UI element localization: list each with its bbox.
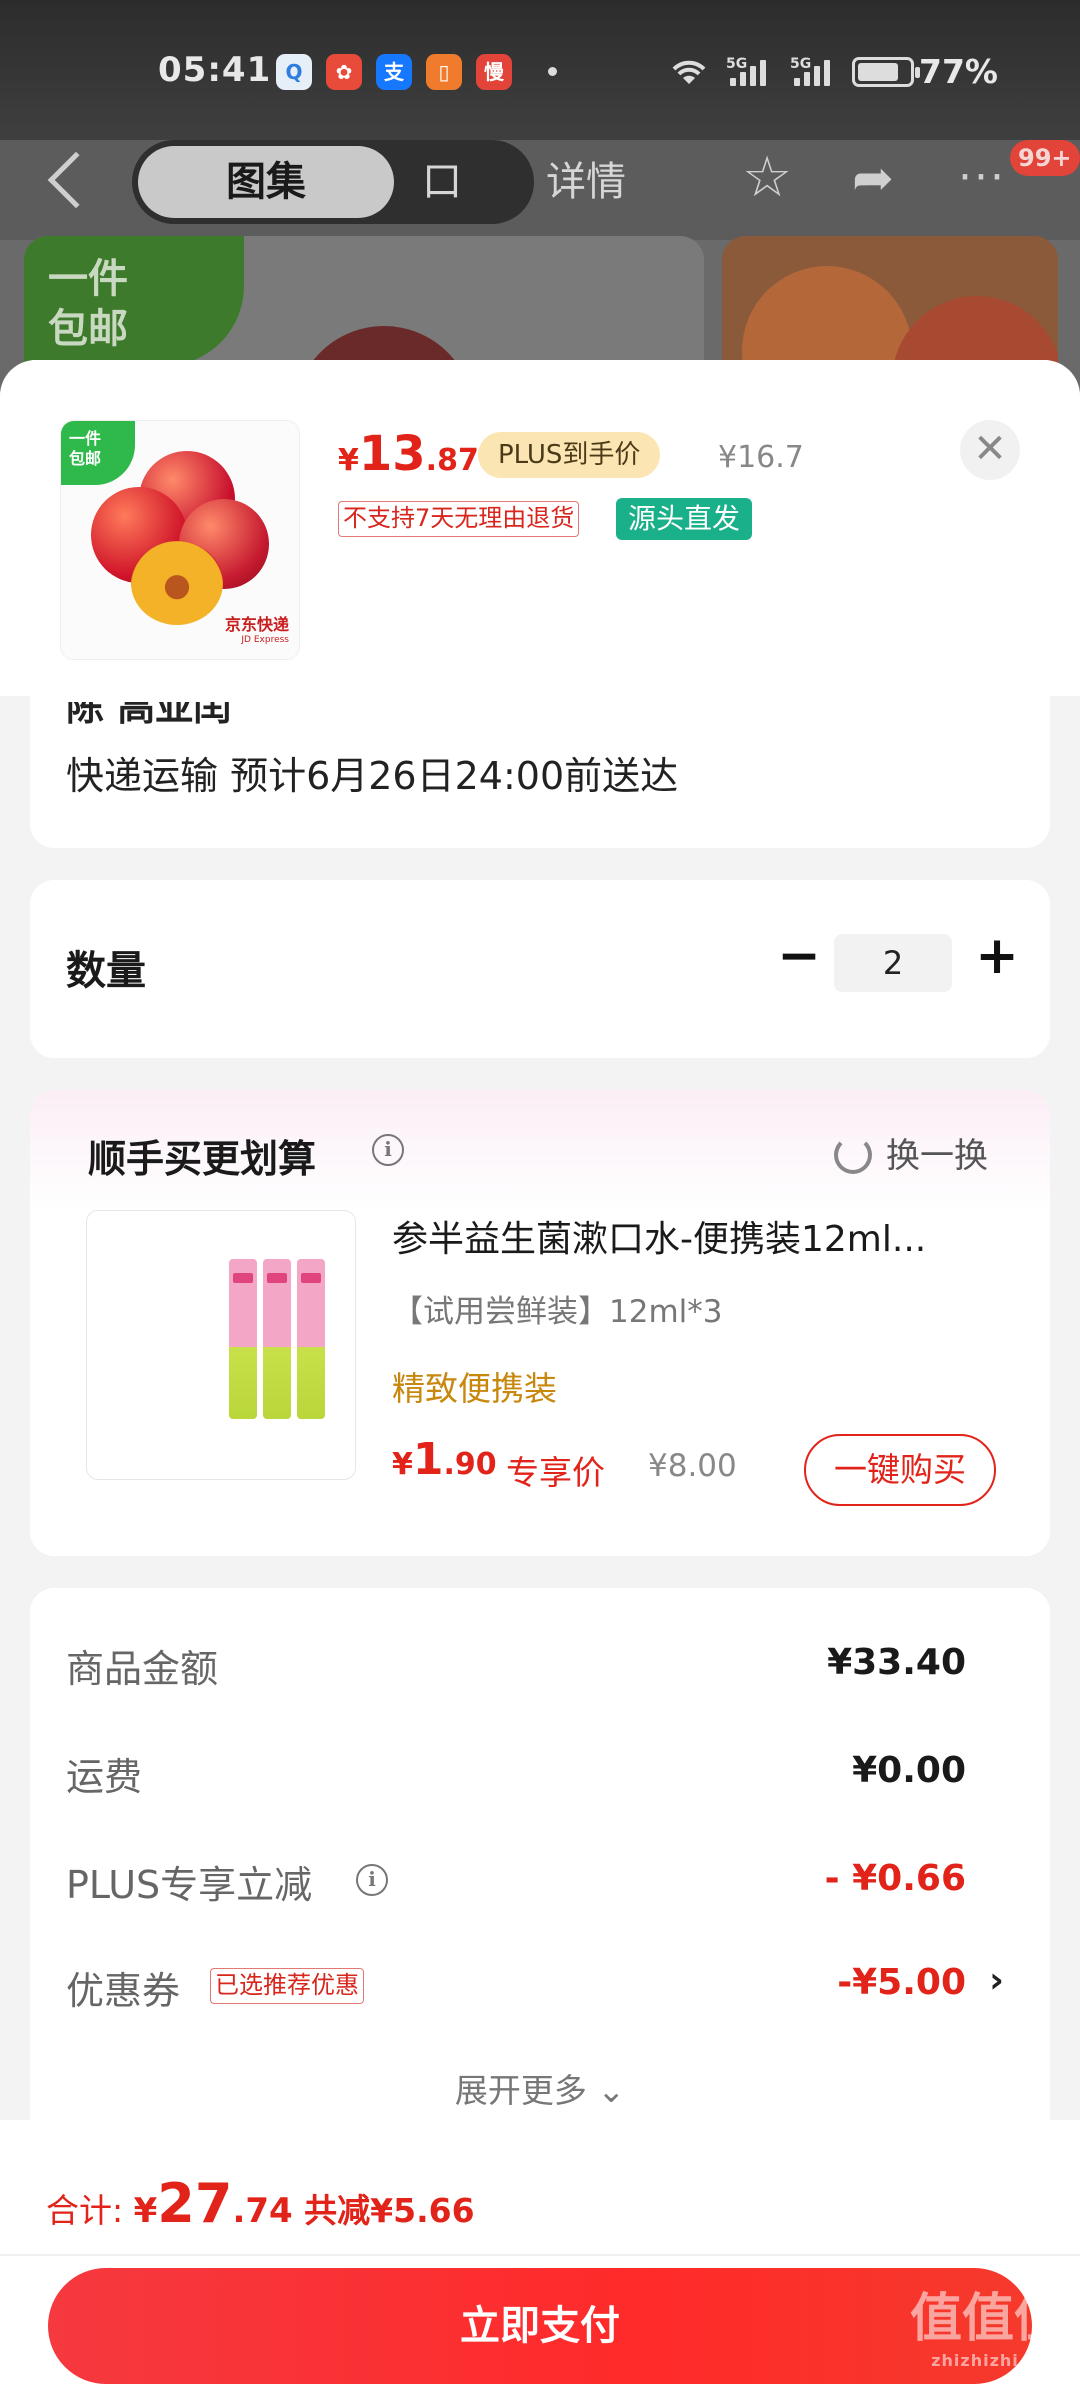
- upsell-card: 顺手买更划算 i 换一换 参半益生菌漱口水-便携装12ml... 【试用尝鲜装】…: [30, 1090, 1050, 1556]
- back-icon[interactable]: [47, 151, 105, 209]
- refresh-button[interactable]: 换一换: [886, 1128, 988, 1177]
- mouthwash-stick-image: [297, 1259, 325, 1419]
- subtotal-value: ¥33.40: [827, 1642, 966, 1683]
- qq-browser-icon: Q: [276, 54, 312, 90]
- info-icon[interactable]: i: [372, 1134, 404, 1166]
- upsell-title: 顺手买更划算: [88, 1137, 317, 1181]
- refresh-icon[interactable]: [834, 1136, 872, 1174]
- upsell-original-price: ¥8.00: [648, 1448, 737, 1484]
- coupon-value[interactable]: -¥5.00: [837, 1962, 966, 2003]
- direct-ship-tag: 源头直发: [616, 498, 753, 540]
- signal-bars-icon: [730, 58, 772, 86]
- status-time: 05:41: [158, 50, 272, 90]
- wifi-icon: [672, 60, 706, 84]
- quantity-label: 数量: [66, 948, 146, 994]
- delivery-estimate: 快递运输 预计6月26日24:00前送达: [66, 754, 679, 798]
- slow-app-icon: 慢: [476, 54, 512, 90]
- upsell-selling-point: 精致便携装: [392, 1369, 557, 1408]
- plus-discount-value: - ¥0.66: [824, 1858, 966, 1899]
- shipping-label: 运费: [66, 1755, 143, 1799]
- expand-more-button[interactable]: 展开更多 ⌄: [30, 2064, 1050, 2112]
- plus-discount-label: PLUS专享立减: [66, 1863, 313, 1907]
- original-price: ¥16.7: [718, 440, 804, 475]
- mouthwash-stick-image: [229, 1259, 257, 1419]
- product-nav-bar: 图集 口碑 详情 ☆ ➦ ··· 99+: [0, 140, 1080, 289]
- upsell-product-name[interactable]: 参半益生菌漱口水-便携装12ml...: [392, 1210, 1032, 1262]
- close-button[interactable]: ✕: [960, 420, 1020, 480]
- tab-reviews[interactable]: 口碑: [404, 140, 480, 289]
- more-icon[interactable]: ···: [958, 148, 1006, 208]
- jd-express-logo: 京东快递 JD Express: [224, 615, 289, 645]
- message-badge: 99+: [1010, 140, 1080, 176]
- signal-bars-icon: [794, 58, 836, 86]
- tab-gallery[interactable]: 图集: [138, 146, 394, 218]
- game-icon: ✿: [326, 54, 362, 90]
- info-icon[interactable]: i: [356, 1864, 388, 1896]
- gallery-ribbon-text: 一件 包邮: [48, 256, 128, 352]
- battery-percent: 77%: [919, 52, 998, 91]
- upsell-exclusive-label: 专享价: [506, 1453, 605, 1492]
- battery-icon: [852, 57, 920, 87]
- purchase-sheet: 一件 包邮 京东快递 JD Express ¥13.87 PLUS到手价 ¥16.…: [0, 360, 1080, 2400]
- notification-dot-icon: [548, 67, 557, 76]
- upsell-product-spec: 【试用尝鲜装】12ml*3: [392, 1294, 723, 1330]
- order-total: 合计: ¥27.74 共减¥5.66: [46, 2172, 475, 2235]
- mouthwash-stick-image: [263, 1259, 291, 1419]
- coupon-recommended-badge: 已选推荐优惠: [210, 1968, 364, 2004]
- subtotal-label: 商品金额: [66, 1647, 219, 1691]
- quantity-card: 数量 − 2 +: [30, 880, 1050, 1058]
- nav-tabs: 图集 口碑 详情: [132, 140, 626, 289]
- chevron-right-icon[interactable]: ›: [989, 1960, 1004, 2001]
- sheet-header: 一件 包邮 京东快递 JD Express ¥13.87 PLUS到手价 ¥16.…: [0, 360, 1080, 696]
- shipping-value: ¥0.00: [852, 1750, 966, 1791]
- coupon-label: 优惠券: [66, 1969, 181, 2013]
- star-icon[interactable]: ☆: [742, 148, 792, 208]
- tab-details[interactable]: 详情: [542, 140, 630, 224]
- checkout-footer: 合计: ¥27.74 共减¥5.66 立即支付 值值值 zhizhizhi.com: [0, 2120, 1080, 2400]
- watermark-logo: 值值值 zhizhizhi.com: [909, 2288, 1066, 2370]
- plus-price-label: PLUS到手价: [478, 432, 661, 478]
- share-icon[interactable]: ➦: [852, 148, 894, 208]
- product-price: ¥13.87: [338, 426, 479, 482]
- upsell-product-image[interactable]: [86, 1210, 356, 1480]
- pay-now-button[interactable]: 立即支付: [48, 2268, 1032, 2384]
- status-bar: 05:41 Q ✿ 支 ▯ 慢 5G 5G 77%: [0, 0, 1080, 140]
- reader-icon: ▯: [426, 54, 462, 90]
- chevron-down-icon: ⌄: [597, 2071, 626, 2110]
- one-click-buy-button[interactable]: 一键购买: [804, 1434, 996, 1506]
- quantity-increase-button[interactable]: +: [972, 926, 1022, 986]
- quantity-decrease-button[interactable]: −: [774, 926, 824, 986]
- nectarine-half-image: [131, 541, 223, 625]
- product-thumbnail: 一件 包邮 京东快递 JD Express: [60, 420, 300, 660]
- free-shipping-tag: 一件 包邮: [61, 421, 135, 485]
- alipay-icon: 支: [376, 54, 412, 90]
- price-summary-card: 商品金额 ¥33.40 运费 ¥0.00 PLUS专享立减 i - ¥0.66 …: [30, 1588, 1050, 2148]
- no-return-tag: 不支持7天无理由退货: [338, 501, 580, 537]
- upsell-price: ¥1.90: [392, 1434, 497, 1485]
- quantity-input[interactable]: 2: [834, 934, 952, 992]
- divider: [0, 2254, 1080, 2256]
